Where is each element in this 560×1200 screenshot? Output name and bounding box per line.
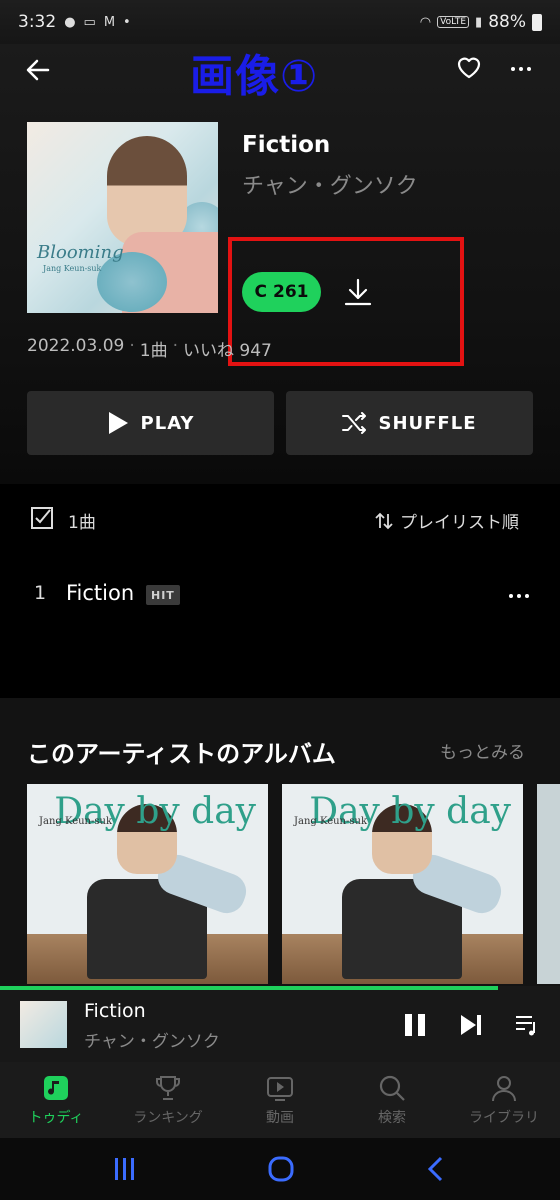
release-date: 2022.03.09 bbox=[27, 336, 125, 356]
more-options-button[interactable] bbox=[506, 54, 536, 84]
album-card-artist: Jang Keun-suk bbox=[294, 816, 368, 827]
heart-icon bbox=[457, 57, 481, 79]
checkbox-icon bbox=[31, 507, 53, 529]
battery-icon bbox=[532, 13, 542, 31]
wifi-icon: ◠ bbox=[419, 14, 432, 30]
album-title: Fiction bbox=[242, 132, 331, 158]
pause-button[interactable] bbox=[402, 1012, 428, 1038]
playback-progress-bar bbox=[0, 986, 499, 990]
album-card-partial[interactable] bbox=[537, 784, 560, 984]
tab-library[interactable]: ライブラリ bbox=[448, 1062, 560, 1138]
album-artist-link[interactable]: チャン・グンソク bbox=[242, 168, 418, 200]
mini-player-title: Fiction bbox=[84, 1000, 146, 1022]
system-navigation-bar bbox=[0, 1138, 560, 1200]
tab-ranking[interactable]: ランキング bbox=[112, 1062, 224, 1138]
tab-video[interactable]: 動画 bbox=[224, 1062, 336, 1138]
shuffle-button[interactable]: SHUFFLE bbox=[286, 391, 533, 455]
system-back-button[interactable] bbox=[424, 1154, 448, 1184]
like-button[interactable] bbox=[454, 52, 484, 82]
more-dot-icon bbox=[527, 67, 531, 71]
album-meta: 2022.03.09 · 1曲 · いいね 947 bbox=[27, 336, 272, 361]
play-button[interactable]: PLAY bbox=[27, 391, 274, 455]
arrow-left-icon bbox=[26, 59, 50, 81]
tab-label: 検索 bbox=[378, 1110, 406, 1126]
trophy-icon bbox=[156, 1076, 180, 1100]
chevron-left-icon bbox=[427, 1156, 443, 1182]
bottom-tab-bar: トゥディ ランキング 動画 検索 ライブラリ bbox=[0, 1062, 560, 1138]
status-time: 3:32 bbox=[18, 12, 57, 32]
more-notifications-icon: • bbox=[123, 14, 131, 30]
tab-label: ランキング bbox=[133, 1110, 203, 1126]
more-dot-icon bbox=[525, 594, 529, 598]
tab-label: トゥディ bbox=[28, 1110, 84, 1126]
volte-icon: VoLTE bbox=[437, 16, 470, 28]
mini-player-artist: チャン・グンソク bbox=[84, 1032, 220, 1052]
selected-count-label: 1曲 bbox=[68, 513, 96, 533]
skip-next-icon bbox=[461, 1015, 481, 1035]
sort-icon bbox=[375, 512, 393, 529]
playlist-icon bbox=[516, 1016, 535, 1036]
overlay-annotation-title: 画像① bbox=[190, 51, 319, 102]
album-card[interactable]: Day by day Jang Keun-suk bbox=[27, 784, 268, 984]
sort-order-label: プレイリスト順 bbox=[400, 513, 519, 533]
mail-notification-icon: M bbox=[103, 14, 116, 30]
more-dot-icon bbox=[511, 67, 515, 71]
select-all-button[interactable] bbox=[30, 506, 54, 530]
album-cover[interactable]: Blooming Jang Keun-suk bbox=[27, 122, 218, 313]
tab-label: ライブラリ bbox=[469, 1110, 539, 1126]
person-icon bbox=[492, 1076, 516, 1102]
pause-icon bbox=[405, 1014, 425, 1036]
track-row[interactable]: 1 Fiction HIT bbox=[0, 574, 560, 618]
queue-button[interactable] bbox=[514, 1012, 540, 1038]
status-bar: 3:32 ● ▭ M • ◠ VoLTE ▮ 88% bbox=[0, 0, 560, 44]
see-more-link[interactable]: もっとみる bbox=[440, 738, 525, 763]
like-count: いいね 947 bbox=[182, 341, 272, 361]
battery-percent: 88% bbox=[488, 12, 526, 32]
tab-label: 動画 bbox=[266, 1110, 294, 1126]
hit-badge: HIT bbox=[146, 585, 180, 605]
tab-today[interactable]: トゥディ bbox=[0, 1062, 112, 1138]
track-list-toolbar: 1曲 プレイリスト順 bbox=[0, 500, 560, 540]
back-button[interactable] bbox=[20, 52, 56, 88]
search-icon bbox=[379, 1075, 405, 1101]
play-label: PLAY bbox=[140, 412, 195, 434]
shuffle-label: SHUFFLE bbox=[378, 412, 477, 434]
signal-icon: ▮ bbox=[475, 14, 483, 30]
tab-search[interactable]: 検索 bbox=[336, 1062, 448, 1138]
mini-player-cover bbox=[20, 1001, 67, 1048]
home-button[interactable] bbox=[266, 1154, 296, 1184]
home-icon bbox=[268, 1156, 294, 1182]
cover-artist-text: Jang Keun-suk bbox=[43, 264, 102, 273]
music-note-icon bbox=[44, 1076, 68, 1100]
shuffle-icon bbox=[342, 412, 367, 434]
recent-apps-button[interactable] bbox=[112, 1154, 138, 1184]
track-count: 1曲 bbox=[139, 341, 168, 361]
cover-title-text: Blooming bbox=[37, 242, 124, 263]
sort-order-button[interactable]: プレイリスト順 bbox=[374, 508, 519, 533]
album-card-artist: Jang Keun-suk bbox=[39, 816, 113, 827]
more-dot-icon bbox=[517, 594, 521, 598]
cast-notification-icon: ▭ bbox=[83, 14, 96, 30]
more-dot-icon bbox=[509, 594, 513, 598]
next-track-button[interactable] bbox=[458, 1012, 484, 1038]
mini-player[interactable]: Fiction チャン・グンソク bbox=[0, 986, 560, 1062]
more-dot-icon bbox=[519, 67, 523, 71]
track-number: 1 bbox=[34, 582, 47, 604]
track-more-button[interactable] bbox=[504, 586, 534, 606]
play-icon bbox=[108, 412, 128, 434]
line-notification-icon: ● bbox=[64, 14, 76, 30]
album-card[interactable]: Day by day Jang Keun-suk bbox=[282, 784, 523, 984]
section-title: このアーティストのアルバム bbox=[27, 740, 336, 768]
track-title: Fiction bbox=[66, 581, 135, 605]
video-play-icon bbox=[267, 1077, 293, 1101]
recent-apps-icon bbox=[115, 1158, 134, 1180]
